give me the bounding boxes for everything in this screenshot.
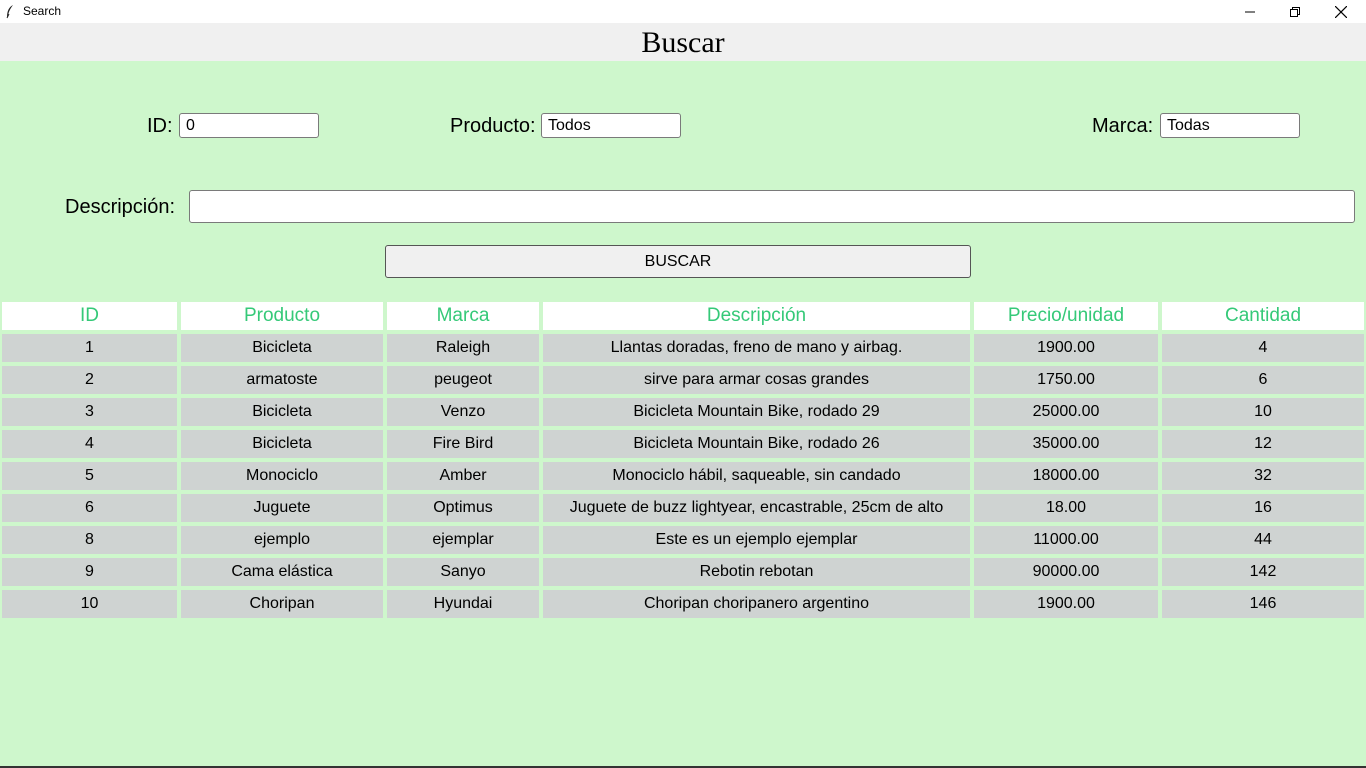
cell-id: 6 (2, 494, 177, 522)
cell-producto: Monociclo (181, 462, 383, 490)
cell-marca: Sanyo (387, 558, 539, 586)
cell-cantidad: 146 (1162, 590, 1364, 618)
cell-cantidad: 6 (1162, 366, 1364, 394)
cell-descripcion: sirve para armar cosas grandes (543, 366, 970, 394)
cell-descripcion: Juguete de buzz lightyear, encastrable, … (543, 494, 970, 522)
minimize-button[interactable] (1227, 0, 1273, 23)
cell-precio: 18000.00 (974, 462, 1158, 490)
cell-producto: Cama elástica (181, 558, 383, 586)
column-header-marca: Marca (387, 302, 539, 330)
window-titlebar: Search (0, 0, 1366, 23)
cell-descripcion: Monociclo hábil, saqueable, sin candado (543, 462, 970, 490)
cell-descripcion: Rebotin rebotan (543, 558, 970, 586)
cell-id: 4 (2, 430, 177, 458)
marca-label: Marca: (1092, 115, 1154, 137)
cell-descripcion: Llantas doradas, freno de mano y airbag. (543, 334, 970, 362)
cell-producto: Bicicleta (181, 334, 383, 362)
cell-marca: peugeot (387, 366, 539, 394)
cell-producto: armatoste (181, 366, 383, 394)
cell-cantidad: 142 (1162, 558, 1364, 586)
cell-id: 10 (2, 590, 177, 618)
cell-descripcion: Choripan choripanero argentino (543, 590, 970, 618)
close-button[interactable] (1318, 0, 1364, 23)
cell-cantidad: 32 (1162, 462, 1364, 490)
cell-producto: ejemplo (181, 526, 383, 554)
cell-marca: Raleigh (387, 334, 539, 362)
cell-descripcion: Bicicleta Mountain Bike, rodado 29 (543, 398, 970, 426)
descripcion-field[interactable] (189, 190, 1355, 223)
feather-icon (6, 5, 13, 19)
id-field[interactable] (179, 113, 319, 138)
cell-cantidad: 12 (1162, 430, 1364, 458)
cell-producto: Bicicleta (181, 430, 383, 458)
page-header: Buscar (0, 23, 1366, 61)
minimize-icon (1245, 11, 1255, 12)
cell-cantidad: 44 (1162, 526, 1364, 554)
cell-precio: 1750.00 (974, 366, 1158, 394)
id-label: ID: (147, 115, 173, 137)
restore-icon (1290, 6, 1300, 17)
cell-id: 9 (2, 558, 177, 586)
column-header-producto: Producto (181, 302, 383, 330)
cell-descripcion: Este es un ejemplo ejemplar (543, 526, 970, 554)
cell-id: 8 (2, 526, 177, 554)
table-row: 4 Bicicleta Fire Bird Bicicleta Mountain… (2, 430, 1364, 458)
restore-button[interactable] (1272, 0, 1318, 23)
cell-producto: Bicicleta (181, 398, 383, 426)
table-row: 6 Juguete Optimus Juguete de buzz lighty… (2, 494, 1364, 522)
column-header-precio: Precio/unidad (974, 302, 1158, 330)
cell-marca: Fire Bird (387, 430, 539, 458)
table-row: 10 Choripan Hyundai Choripan choripanero… (2, 590, 1364, 618)
cell-marca: Hyundai (387, 590, 539, 618)
table-row: 9 Cama elástica Sanyo Rebotin rebotan 90… (2, 558, 1364, 586)
marca-field[interactable] (1160, 113, 1300, 138)
cell-producto: Juguete (181, 494, 383, 522)
cell-id: 1 (2, 334, 177, 362)
cell-cantidad: 10 (1162, 398, 1364, 426)
cell-cantidad: 4 (1162, 334, 1364, 362)
cell-marca: ejemplar (387, 526, 539, 554)
descripcion-label: Descripción: (65, 196, 176, 218)
cell-producto: Choripan (181, 590, 383, 618)
table-row: 8 ejemplo ejemplar Este es un ejemplo ej… (2, 526, 1364, 554)
results-table: ID Producto Marca Descripción Precio/uni… (0, 298, 1366, 622)
table-row: 5 Monociclo Amber Monociclo hábil, saque… (2, 462, 1364, 490)
cell-cantidad: 16 (1162, 494, 1364, 522)
producto-label: Producto: (450, 115, 536, 137)
column-header-descripcion: Descripción (543, 302, 970, 330)
cell-precio: 1900.00 (974, 590, 1158, 618)
table-row: 1 Bicicleta Raleigh Llantas doradas, fre… (2, 334, 1364, 362)
cell-precio: 35000.00 (974, 430, 1158, 458)
close-icon (1335, 5, 1347, 18)
cell-id: 5 (2, 462, 177, 490)
page-title: Buscar (641, 26, 725, 59)
producto-field[interactable] (541, 113, 681, 138)
cell-precio: 11000.00 (974, 526, 1158, 554)
cell-id: 2 (2, 366, 177, 394)
cell-marca: Venzo (387, 398, 539, 426)
cell-precio: 1900.00 (974, 334, 1158, 362)
cell-precio: 18.00 (974, 494, 1158, 522)
column-header-cantidad: Cantidad (1162, 302, 1364, 330)
table-header-row: ID Producto Marca Descripción Precio/uni… (2, 302, 1364, 330)
table-row: 3 Bicicleta Venzo Bicicleta Mountain Bik… (2, 398, 1364, 426)
cell-marca: Optimus (387, 494, 539, 522)
window-title: Search (23, 4, 62, 18)
search-button[interactable]: BUSCAR (385, 245, 971, 278)
cell-precio: 25000.00 (974, 398, 1158, 426)
column-header-id: ID (2, 302, 177, 330)
cell-precio: 90000.00 (974, 558, 1158, 586)
cell-descripcion: Bicicleta Mountain Bike, rodado 26 (543, 430, 970, 458)
cell-marca: Amber (387, 462, 539, 490)
table-row: 2 armatoste peugeot sirve para armar cos… (2, 366, 1364, 394)
cell-id: 3 (2, 398, 177, 426)
